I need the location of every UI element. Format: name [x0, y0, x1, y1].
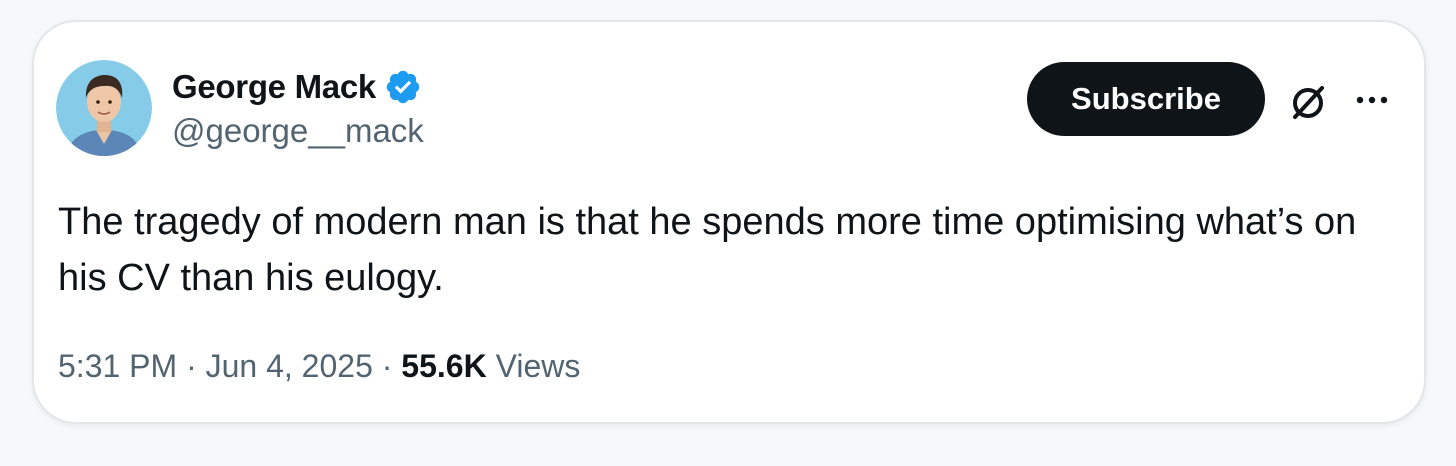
tweet-card: George Mack @george__mack Subscribe The …	[32, 20, 1426, 424]
meta-separator: ·	[381, 348, 393, 384]
tweet-date[interactable]: Jun 4, 2025	[206, 348, 373, 384]
tweet-text: The tragedy of modern man is that he spe…	[58, 201, 1357, 299]
tweet-time[interactable]: 5:31 PM	[58, 348, 177, 384]
author-name-row: George Mack	[172, 66, 422, 108]
author-handle[interactable]: @george__mack	[172, 112, 424, 150]
more-options-icon[interactable]	[1352, 86, 1392, 114]
views-count: 55.6K	[401, 348, 487, 384]
tweet-meta: 5:31 PM · Jun 4, 2025 · 55.6K Views	[58, 348, 580, 385]
subscribe-button[interactable]: Subscribe	[1027, 62, 1265, 136]
meta-separator: ·	[186, 348, 197, 384]
views-label: Views	[495, 348, 581, 384]
avatar-illustration	[56, 60, 152, 156]
verified-badge-icon	[384, 68, 422, 106]
grok-icon[interactable]	[1286, 80, 1330, 124]
author-name[interactable]: George Mack	[172, 68, 376, 106]
avatar[interactable]	[56, 60, 152, 156]
